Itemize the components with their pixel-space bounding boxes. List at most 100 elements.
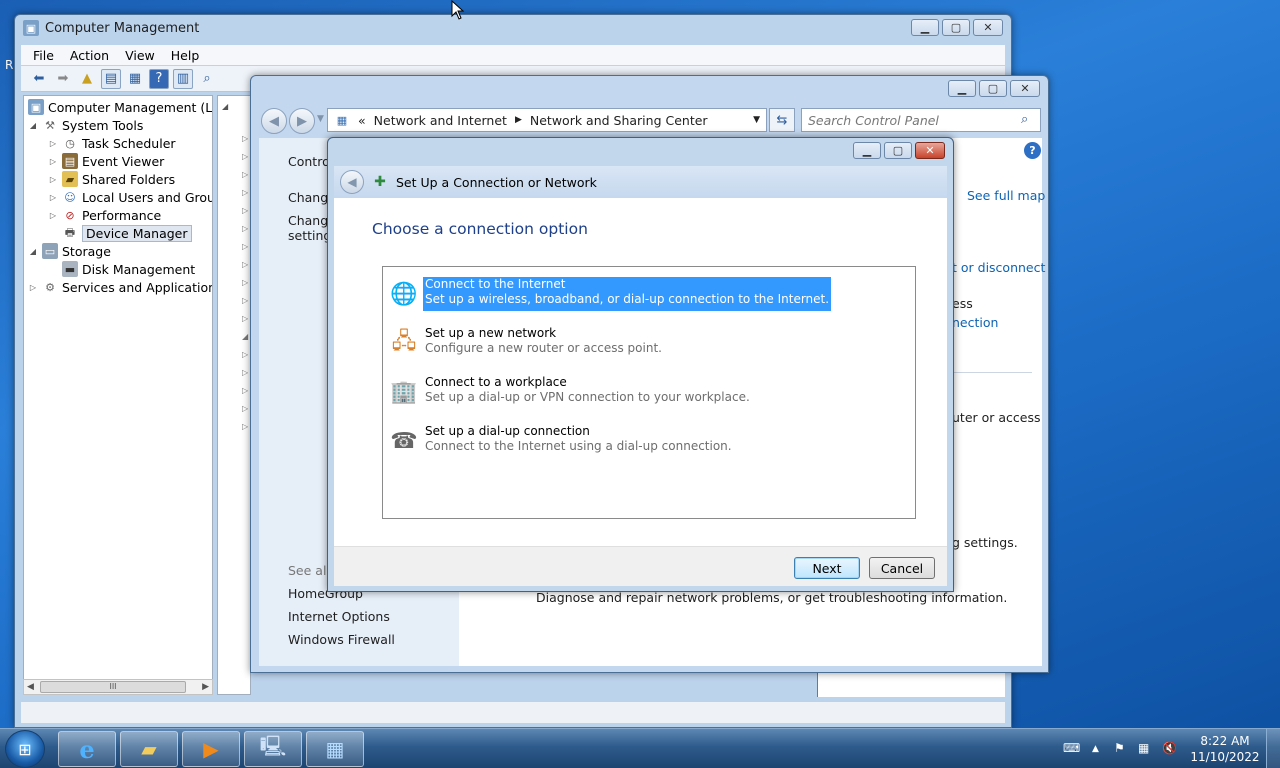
access-type-text: ess [952,296,973,311]
collapse-arrow-icon[interactable]: ◢ [28,121,38,130]
tree-item-event-viewer[interactable]: ▷ ▤ Event Viewer [48,152,164,170]
expand-arrow-icon[interactable]: ▷ [28,283,38,292]
divider [949,372,1032,373]
tree-item-computer-management[interactable]: ▣ Computer Management (Local [28,98,212,116]
connection-link[interactable]: nection [952,315,998,330]
menu-action[interactable]: Action [64,48,115,63]
properties-icon[interactable]: ▦ [125,69,145,89]
collapse-arrow-icon[interactable]: ◢ [28,247,38,256]
back-arrow-icon[interactable]: ⬅ [29,69,49,89]
phone-icon: ☎ [390,428,418,454]
scroll-thumb[interactable]: III [40,681,186,693]
up-folder-icon[interactable]: ▲ [77,69,97,89]
action-pane-icon[interactable]: ▥ [173,68,193,89]
tree-item-device-manager[interactable]: 🖶 Device Manager [62,224,192,242]
scroll-left-arrow-icon[interactable]: ◀ [27,682,34,692]
network-tray-icon[interactable]: ▦ [1138,741,1149,755]
windows-firewall-link[interactable]: Windows Firewall [288,632,395,647]
users-icon: ☺ [64,190,76,204]
dialog-header: ◀ ✚ Set Up a Connection or Network [334,166,947,198]
computer-management-icon: ▣ [28,99,44,115]
tree-item-storage[interactable]: ◢ ▭ Storage [28,242,111,260]
option-connect-internet[interactable]: 🌐 Connect to the Internet Set up a wirel… [387,277,907,311]
tree-item-local-users[interactable]: ▷ ☺ Local Users and Groups [48,188,212,206]
clock[interactable]: 8:22 AM 11/10/2022 [1190,733,1260,765]
file-explorer-icon[interactable]: ▰ [120,731,178,767]
internet-options-link[interactable]: Internet Options [288,609,390,624]
tree-item-services-applications[interactable]: ▷ ⚙ Services and Applications [28,278,212,296]
next-button[interactable]: Next [794,557,860,579]
see-full-map-link[interactable]: See full map [967,188,1045,203]
forward-button[interactable]: ▶ [289,108,315,134]
breadcrumb-network-internet[interactable]: Network and Internet [374,113,507,128]
show-desktop-button[interactable] [1266,729,1280,768]
tree-item-shared-folders[interactable]: ▷ ▰ Shared Folders [48,170,175,188]
tree-item-system-tools[interactable]: ◢ ⚒ System Tools [28,116,143,134]
option-dial-up[interactable]: ☎ Set up a dial-up connection Connect to… [387,424,907,458]
connect-disconnect-link[interactable]: t or disconnect [952,260,1045,275]
network-center-icon[interactable]: ▦ [306,731,364,767]
status-bar [21,701,1005,723]
scan-hardware-icon[interactable]: ⌕ [197,69,217,89]
address-bar[interactable]: ▦ « Network and Internet ▶ Network and S… [327,108,767,132]
mouse-cursor-icon [451,0,465,20]
menu-file[interactable]: File [27,48,60,63]
refresh-button[interactable]: ⇆ [769,108,795,132]
show-hidden-icons-icon[interactable]: ▲ [1092,744,1099,754]
tree-item-task-scheduler[interactable]: ▷ ◷ Task Scheduler [48,134,176,152]
computer-management-icon[interactable]: 🖳 [244,731,302,767]
dialog-title: Set Up a Connection or Network [396,174,597,190]
breadcrumb-overflow[interactable]: « [358,113,366,128]
minimize-button[interactable]: ▁ [948,80,976,97]
minimize-button[interactable]: ▁ [911,19,939,36]
breadcrumb-separator-icon[interactable]: ▶ [515,115,522,125]
cancel-button[interactable]: Cancel [869,557,935,579]
option-new-network[interactable]: 🖧 Set up a new network Configure a new r… [387,326,907,360]
close-button[interactable]: ✕ [1010,80,1040,97]
option-description: Set up a wireless, broadband, or dial-up… [425,292,830,306]
maximize-button[interactable]: ▢ [884,142,912,159]
maximize-button[interactable]: ▢ [942,19,970,36]
recent-pages-arrow-icon[interactable]: ▼ [317,114,324,124]
option-title: Connect to a workplace [425,375,567,389]
tree-item-performance[interactable]: ▷ ⊘ Performance [48,206,161,224]
breadcrumb-network-sharing-center[interactable]: Network and Sharing Center [530,113,708,128]
expand-arrow-icon: ▷ ▷ ▷ ▷ ▷ ▷ ▷ ▷ ▷ ▷ ▷ ◢ ▷ ▷ ▷ ▷ ▷ [242,134,249,431]
action-center-flag-icon[interactable]: ⚑ [1114,741,1125,755]
show-tree-icon[interactable]: ▤ [101,68,121,89]
performance-icon: ⊘ [65,208,75,222]
close-button[interactable]: ✕ [973,19,1003,36]
start-button[interactable]: ⊞ [5,730,45,768]
help-icon[interactable]: ? [1024,142,1041,159]
forward-arrow-icon[interactable]: ➡ [53,69,73,89]
tree-horizontal-scrollbar[interactable]: ◀ III ▶ [23,679,213,695]
expand-arrow-icon[interactable]: ▷ [48,193,58,202]
back-button[interactable]: ◀ [261,108,287,134]
menu-view[interactable]: View [119,48,161,63]
search-input[interactable]: Search Control Panel [801,108,1041,132]
close-button[interactable]: ✕ [915,142,945,159]
internet-explorer-icon[interactable]: e [58,731,116,767]
help-icon[interactable]: ? [149,68,169,89]
minimize-button[interactable]: ▁ [853,142,881,159]
expand-arrow-icon[interactable]: ▷ [48,211,58,220]
expand-arrow-icon[interactable]: ▷ [48,175,58,184]
menu-help[interactable]: Help [165,48,206,63]
media-player-icon[interactable]: ▶ [182,731,240,767]
search-icon[interactable]: ⌕ [1021,112,1028,127]
collapse-arrow-icon[interactable]: ◢ [222,102,228,111]
expand-arrow-icon[interactable]: ▷ [48,157,58,166]
tree-item-disk-management[interactable]: ▬ Disk Management [62,260,195,278]
option-connect-workplace[interactable]: 🏢 Connect to a workplace Set up a dial-u… [387,375,907,409]
scroll-right-arrow-icon[interactable]: ▶ [202,682,209,692]
volume-muted-icon[interactable]: 🔇 [1162,741,1177,755]
address-dropdown-icon[interactable]: ▼ [753,115,760,125]
shared-folder-icon: ▰ [62,171,78,187]
expand-arrow-icon[interactable]: ▷ [48,139,58,148]
tools-icon: ⚒ [45,118,55,132]
sharing-settings-text: g settings. [952,535,1018,550]
back-button[interactable]: ◀ [340,170,364,194]
disk-icon: ▬ [62,261,78,277]
maximize-button[interactable]: ▢ [979,80,1007,97]
keyboard-icon[interactable]: ⌨ [1063,741,1080,755]
